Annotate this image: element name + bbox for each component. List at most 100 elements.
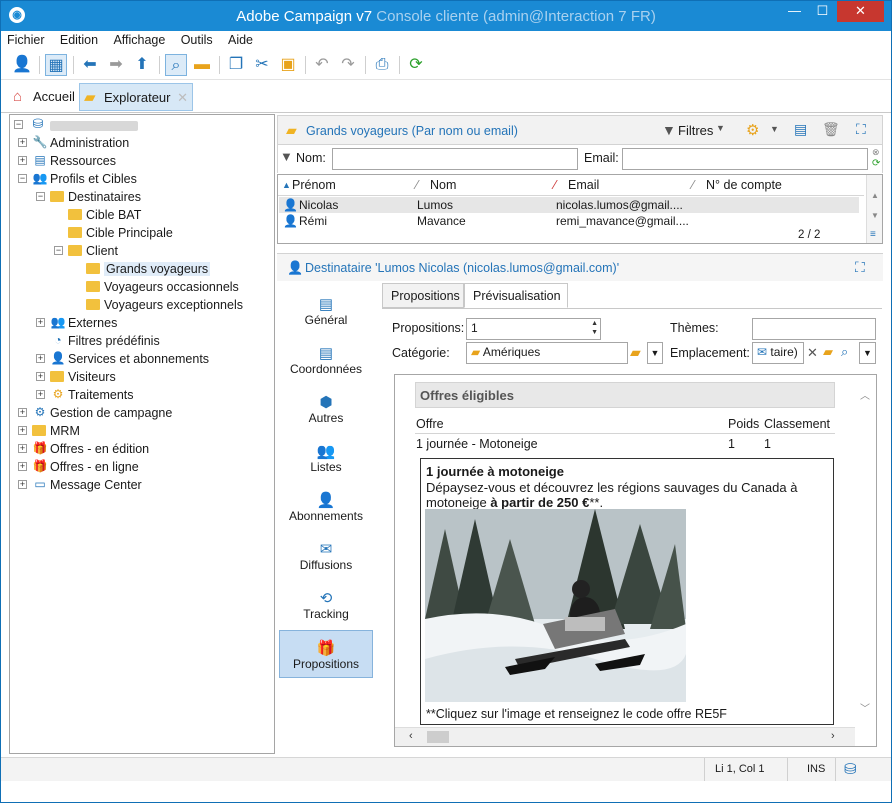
search-folder-icon[interactable]: ⌕ [165, 54, 187, 76]
scroll-down-icon[interactable]: ▼ [871, 211, 879, 220]
forward-arrow-icon[interactable]: ➡ [105, 54, 127, 76]
filters-button[interactable]: Filtres [678, 123, 713, 138]
tree-node[interactable]: Filtres prédéfinis [68, 332, 160, 350]
tree-node[interactable]: Offres - en édition [50, 440, 149, 458]
column-header-email[interactable]: Email [568, 178, 599, 192]
maximize-panel-icon[interactable]: ⛶ [855, 259, 865, 276]
column-header-prenom[interactable]: Prénom [292, 178, 336, 192]
menu-fichier[interactable]: Fichier [1, 31, 51, 49]
cut-scissors-icon[interactable]: ✂ [251, 54, 273, 76]
gear-action-icon[interactable]: ⚙ [746, 121, 759, 139]
collapse-toggle[interactable]: − [18, 174, 27, 183]
collapse-toggle[interactable]: − [54, 246, 63, 255]
emplacement-field[interactable]: ✉ taire) [752, 342, 804, 364]
maximize-panel-icon[interactable]: ⛶ [856, 121, 866, 138]
expand-toggle[interactable]: + [18, 138, 27, 147]
collapse-toggle[interactable]: − [36, 192, 45, 201]
hscroll-thumb[interactable] [427, 731, 449, 743]
expand-toggle[interactable]: + [36, 354, 45, 363]
propositions-stepper[interactable]: 1 ▲ ▼ [466, 318, 601, 340]
offer-row-name[interactable]: 1 journée - Motoneige [416, 437, 538, 451]
tree-node[interactable]: Grands voyageurs [104, 260, 211, 278]
scroll-up-icon[interactable]: ︿ [860, 387, 870, 402]
menu-outils[interactable]: Outils [175, 31, 219, 49]
delete-trash-icon[interactable]: 🗑 [822, 121, 840, 138]
new-record-icon[interactable]: ▤ [794, 121, 807, 138]
expand-toggle[interactable]: + [18, 408, 27, 417]
filters-dropdown-arrow-icon[interactable]: ▼ [716, 123, 725, 133]
print-icon[interactable]: ⎙ [371, 54, 393, 76]
grid-menu-icon[interactable]: ≡ [870, 229, 876, 240]
paste-clipboard-icon[interactable]: ▣ [277, 54, 299, 76]
sidenav-general[interactable]: ▤ Général [279, 287, 373, 335]
minimize-button[interactable]: — [781, 1, 808, 22]
expand-toggle[interactable]: + [18, 426, 27, 435]
expand-toggle[interactable]: + [18, 462, 27, 471]
sidenav-abonnements[interactable]: 👤 Abonnements [279, 483, 373, 531]
tab-accueil[interactable]: ⌂ Accueil [9, 83, 77, 111]
tree-node[interactable]: Cible BAT [86, 206, 141, 224]
actions-dropdown-arrow-icon[interactable]: ▼ [770, 124, 779, 134]
menu-edition[interactable]: Edition [54, 31, 104, 49]
clear-x-icon[interactable]: ✕ [807, 345, 818, 361]
close-tab-icon[interactable]: ✕ [177, 84, 188, 112]
undo-icon[interactable]: ↶ [311, 54, 333, 76]
tree-node[interactable]: Administration [50, 134, 129, 152]
tree-node[interactable]: Voyageurs occasionnels [104, 278, 239, 296]
menu-affichage[interactable]: Affichage [107, 31, 171, 49]
redo-icon[interactable]: ↷ [337, 54, 359, 76]
expand-toggle[interactable]: + [18, 480, 27, 489]
tree-node[interactable]: Voyageurs exceptionnels [104, 296, 243, 314]
expand-toggle[interactable]: + [18, 444, 27, 453]
folder-up-icon[interactable]: ⬆ [131, 54, 153, 76]
expand-toggle[interactable]: + [36, 390, 45, 399]
browse-folder-icon[interactable]: ▰ [823, 344, 833, 360]
tree-node[interactable]: Profils et Cibles [50, 170, 137, 188]
filter-funnel-icon[interactable]: ▼ [662, 122, 676, 138]
preview-vscrollbar[interactable]: ︿ ﹀ [855, 375, 876, 725]
tree-node[interactable]: Services et abonnements [68, 350, 209, 368]
scroll-left-icon[interactable]: ‹ [409, 730, 413, 742]
nom-filter-input[interactable] [332, 148, 578, 170]
tree-node[interactable]: Externes [68, 314, 117, 332]
categorie-dropdown-icon[interactable]: ▼ [647, 342, 663, 364]
database-connection-icon[interactable]: ⛁ [844, 760, 857, 778]
categorie-field[interactable]: ▰ Amériques [466, 342, 628, 364]
sidenav-autres[interactable]: ⬢ Autres [279, 385, 373, 433]
collapse-toggle[interactable]: − [14, 120, 23, 129]
expand-toggle[interactable]: + [36, 318, 45, 327]
tree-node[interactable]: Offres - en ligne [50, 458, 139, 476]
refresh-icon[interactable]: ⟳ [405, 54, 427, 76]
new-user-icon[interactable]: 👤 [11, 54, 33, 76]
tree-node[interactable]: Message Center [50, 476, 142, 494]
open-folder-icon[interactable]: ▬ [191, 54, 213, 76]
search-icon[interactable]: ⌕ [841, 344, 848, 360]
expand-toggle[interactable]: + [18, 156, 27, 165]
sidenav-propositions[interactable]: 🎁 Propositions [279, 630, 373, 678]
sidenav-tracking[interactable]: ⟲ Tracking [279, 581, 373, 629]
expand-toggle[interactable]: + [36, 372, 45, 381]
emplacement-dropdown-icon[interactable]: ▼ [859, 342, 876, 364]
sidenav-listes[interactable]: 👥 Listes [279, 434, 373, 482]
themes-input[interactable] [752, 318, 876, 340]
preview-hscrollbar[interactable]: ‹ › [395, 727, 855, 746]
email-filter-input[interactable] [622, 148, 868, 170]
tab-previsualisation[interactable]: Prévisualisation [464, 283, 568, 308]
tree-node[interactable]: Visiteurs [68, 368, 116, 386]
back-arrow-icon[interactable]: ⬅ [79, 54, 101, 76]
close-window-button[interactable]: ✕ [837, 1, 884, 22]
stepper-arrows-icon[interactable]: ▲ ▼ [591, 319, 598, 337]
tree-node[interactable]: Gestion de campagne [50, 404, 172, 422]
sidenav-diffusions[interactable]: ✉ Diffusions [279, 532, 373, 580]
scroll-up-icon[interactable]: ▲ [871, 191, 879, 200]
column-header-compte[interactable]: N° de compte [706, 178, 782, 192]
browse-folder-icon[interactable]: ▰ [630, 344, 641, 361]
copy-icon[interactable]: ❐ [225, 54, 247, 76]
grid-scrollbar[interactable]: ▲ ▼ ≡ [866, 175, 882, 243]
tree-node[interactable]: Cible Principale [86, 224, 173, 242]
tree-node[interactable]: Client [86, 242, 118, 260]
tree-node[interactable]: Destinataires [68, 188, 141, 206]
scroll-down-icon[interactable]: ﹀ [860, 700, 870, 715]
scroll-right-icon[interactable]: › [831, 730, 835, 742]
table-row[interactable]: 👤 Nicolas Lumos nicolas.lumos@gmail.... [279, 197, 859, 213]
